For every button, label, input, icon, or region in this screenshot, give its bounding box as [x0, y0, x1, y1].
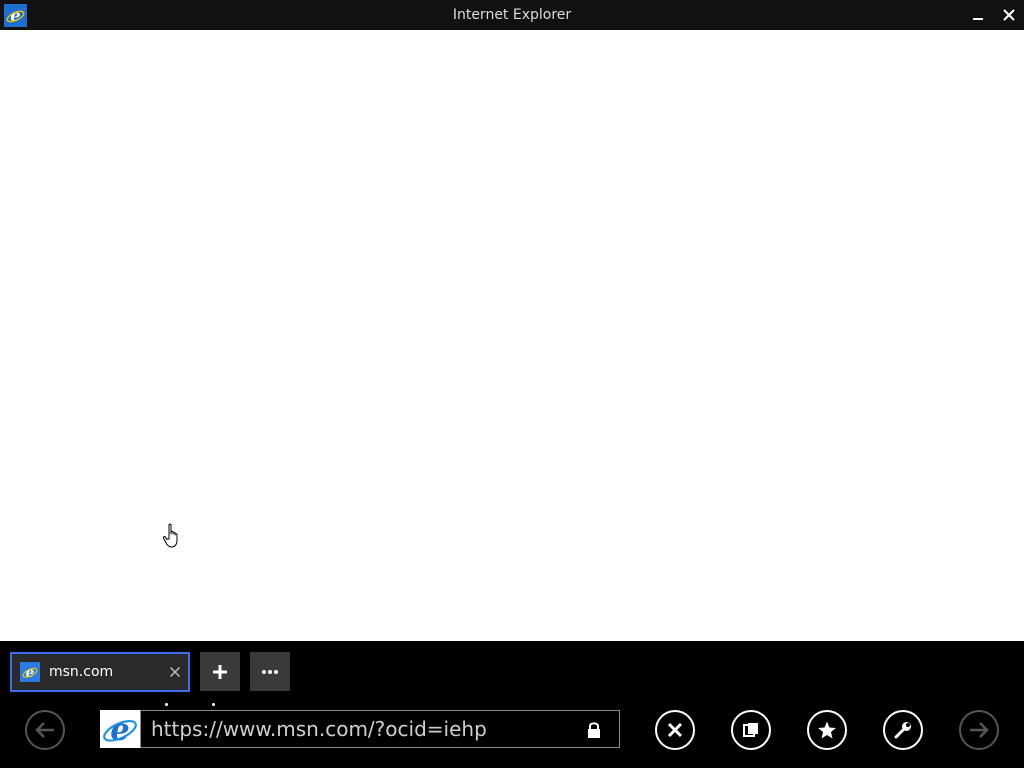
window-title: Internet Explorer [452, 7, 572, 23]
close-icon [169, 666, 181, 678]
star-icon [818, 721, 836, 739]
svg-text:e: e [110, 712, 129, 747]
tab-options-button[interactable] [250, 652, 290, 691]
page-content[interactable] [0, 30, 1024, 641]
stop-icon [667, 722, 683, 738]
hand-cursor-icon [162, 523, 178, 548]
svg-text:e: e [26, 665, 35, 680]
ie-logo-icon: e [20, 662, 40, 682]
lock-icon[interactable] [584, 720, 604, 740]
address-bar[interactable] [140, 710, 620, 748]
ellipsis-icon [262, 669, 278, 674]
minimize-icon [973, 18, 983, 20]
indicator-dot [212, 703, 215, 706]
close-window-button[interactable] [995, 0, 1023, 30]
indicator-dot [165, 703, 168, 706]
title-bar: e Internet Explorer [0, 0, 1024, 30]
stop-button[interactable] [655, 710, 695, 750]
minimize-button[interactable] [964, 0, 992, 30]
ie-logo-icon: e [103, 712, 137, 747]
back-button[interactable] [25, 710, 65, 750]
forward-button[interactable] [959, 710, 999, 750]
tab-msn[interactable]: e msn.com [10, 652, 190, 692]
forward-arrow-icon [970, 722, 989, 738]
tabs-button[interactable] [731, 710, 771, 750]
favorites-button[interactable] [807, 710, 847, 750]
address-input[interactable] [151, 711, 571, 747]
tabs-icon [743, 723, 758, 737]
close-tab-button[interactable] [165, 662, 185, 682]
site-identity-button[interactable]: e [100, 710, 140, 748]
close-icon [1003, 9, 1015, 21]
tab-label: msn.com [49, 664, 114, 680]
new-tab-button[interactable] [200, 652, 240, 691]
wrench-icon [894, 722, 911, 739]
plus-icon [213, 664, 227, 679]
back-arrow-icon [35, 722, 54, 738]
tools-button[interactable] [883, 710, 923, 750]
